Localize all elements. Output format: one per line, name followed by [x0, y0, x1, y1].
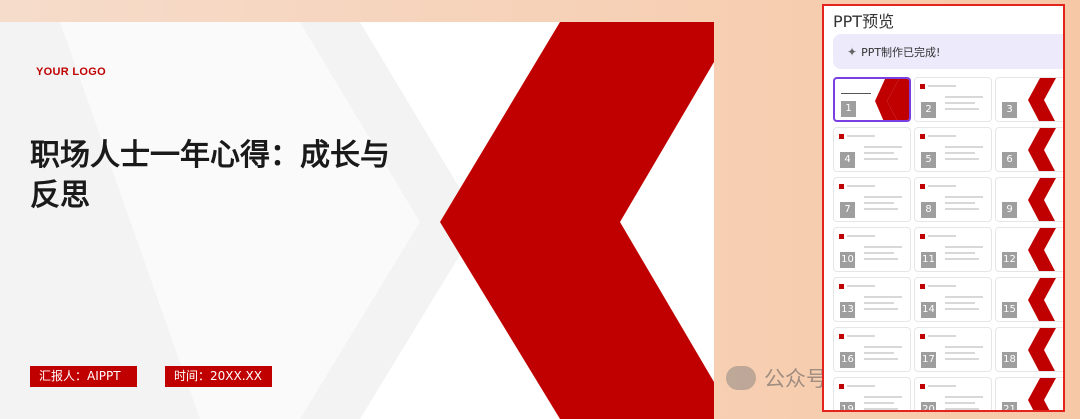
slide-thumbnail-7[interactable]: 7: [833, 177, 911, 222]
slide-thumbnail-14[interactable]: 14: [914, 277, 992, 322]
status-text: PPT制作已完成!: [861, 45, 941, 59]
slide-thumbnail-21[interactable]: 21: [995, 377, 1063, 410]
slide-thumbnail-20[interactable]: 20: [914, 377, 992, 410]
reporter-tag: 汇报人：AIPPT: [30, 366, 137, 387]
slide-thumbnail-5[interactable]: 5: [914, 127, 992, 172]
slide-thumbnail-15[interactable]: 15: [995, 277, 1063, 322]
thumbnail-number: 16: [840, 352, 855, 368]
slide-thumbnail-16[interactable]: 16: [833, 327, 911, 372]
time-tag: 时间：20XX.XX: [165, 366, 272, 387]
thumbnail-number: 9: [1002, 202, 1017, 218]
slide-thumbnail-6[interactable]: 6: [995, 127, 1063, 172]
sparkle-icon: ✦: [847, 44, 858, 59]
thumbnail-number: 20: [921, 402, 936, 410]
thumbnail-grid: 1 2 3 4 5 6 7 8 9 10 11 12 13 14 15 16 17 18 19 20 21: [833, 77, 1063, 410]
main-slide-preview: YOUR LOGO 职场人士一年心得：成长与反思 汇报人：AIPPT 时间：20…: [0, 22, 714, 419]
slide-thumbnail-12[interactable]: 12: [995, 227, 1063, 272]
thumbnail-number: 18: [1002, 352, 1017, 368]
slide-thumbnail-1[interactable]: 1: [833, 77, 911, 122]
slide-thumbnail-19[interactable]: 19: [833, 377, 911, 410]
thumbnail-number: 3: [1002, 102, 1017, 118]
thumbnail-number: 14: [921, 302, 936, 318]
ppt-preview-panel: PPT预览 ✦ PPT制作已完成! 1 2 3 4 5 6 7 8 9 10 11 12 13 14 15 1…: [822, 4, 1065, 412]
thumbnail-number: 2: [921, 102, 936, 118]
slide-background-shapes: [0, 22, 714, 419]
wechat-icon: [726, 366, 756, 390]
thumbnail-number: 1: [841, 101, 856, 117]
slide-thumbnail-18[interactable]: 18: [995, 327, 1063, 372]
thumbnail-number: 8: [921, 202, 936, 218]
slide-thumbnail-10[interactable]: 10: [833, 227, 911, 272]
thumbnail-number: 5: [921, 152, 936, 168]
slide-logo: YOUR LOGO: [36, 66, 106, 78]
thumbnail-number: 4: [840, 152, 855, 168]
slide-thumbnail-3[interactable]: 3: [995, 77, 1063, 122]
slide-thumbnail-8[interactable]: 8: [914, 177, 992, 222]
thumbnail-number: 12: [1002, 252, 1017, 268]
slide-thumbnail-2[interactable]: 2: [914, 77, 992, 122]
slide-thumbnail-9[interactable]: 9: [995, 177, 1063, 222]
panel-title: PPT预览: [833, 12, 895, 31]
slide-thumbnail-13[interactable]: 13: [833, 277, 911, 322]
thumbnail-number: 15: [1002, 302, 1017, 318]
thumbnail-number: 6: [1002, 152, 1017, 168]
thumbnail-number: 10: [840, 252, 855, 268]
slide-thumbnail-17[interactable]: 17: [914, 327, 992, 372]
thumbnail-number: 7: [840, 202, 855, 218]
thumbnail-number: 17: [921, 352, 936, 368]
status-message: ✦ PPT制作已完成!: [833, 34, 1063, 69]
thumbnail-number: 13: [840, 302, 855, 318]
thumbnail-number: 21: [1002, 402, 1017, 410]
thumbnail-number: 19: [840, 402, 855, 410]
thumbnail-number: 11: [921, 252, 936, 268]
slide-thumbnail-4[interactable]: 4: [833, 127, 911, 172]
slide-thumbnail-11[interactable]: 11: [914, 227, 992, 272]
slide-title: 职场人士一年心得：成长与反思: [30, 138, 390, 213]
